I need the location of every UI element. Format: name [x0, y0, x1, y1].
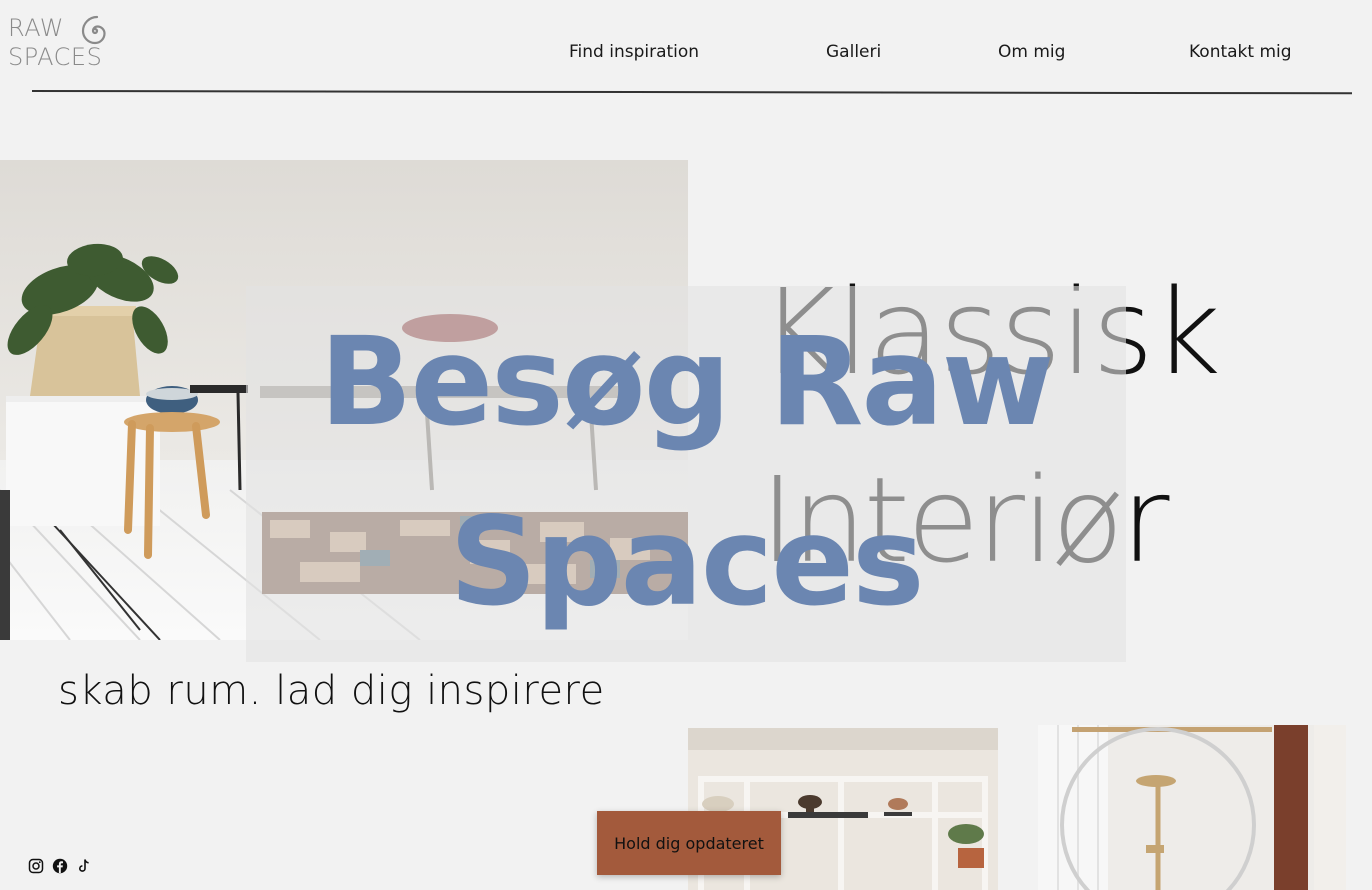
nav-find-inspiration[interactable]: Find inspiration	[569, 42, 699, 62]
spiral-icon	[81, 15, 106, 45]
header-divider	[31, 90, 1352, 94]
nav-om-mig[interactable]: Om mig	[998, 42, 1065, 62]
facebook-icon[interactable]	[52, 858, 68, 874]
tiktok-icon[interactable]	[76, 858, 92, 874]
overlay-title: Besøg Raw Spaces	[246, 292, 1126, 652]
overlay-line-2: Spaces	[449, 491, 924, 633]
bathroom-image	[1038, 725, 1346, 890]
overlay-line-1: Besøg Raw	[319, 311, 1055, 453]
newsletter-button[interactable]: Hold dig opdateret	[597, 811, 781, 875]
nav-galleri[interactable]: Galleri	[826, 42, 881, 62]
brand-logo[interactable]: RAW SPACES	[8, 14, 120, 76]
page: RAW SPACES Find inspiration Galleri Om m…	[0, 0, 1372, 890]
social-links	[28, 858, 92, 874]
nav-kontakt-mig[interactable]: Kontakt mig	[1189, 42, 1292, 62]
instagram-icon[interactable]	[28, 858, 44, 874]
tagline: skab rum. lad dig inspirere	[58, 668, 605, 714]
